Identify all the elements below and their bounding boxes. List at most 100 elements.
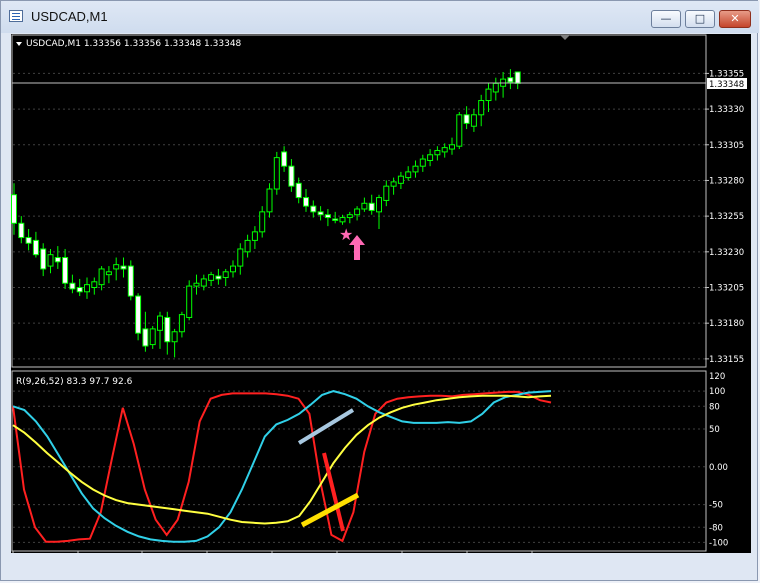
candle-body [76,287,83,293]
chart-window-icon [9,10,23,22]
candle-body [251,231,258,241]
price-axis: 1.33355 1.33330 1.33305 1.33280 1.33255 1.332… [705,69,744,365]
annotation-line-blue [297,408,355,445]
candle-body [368,202,375,211]
candle-body [492,82,499,93]
candle-body [449,144,455,150]
candle-body [273,157,280,190]
current-price-label: 1.33348 [709,80,744,90]
candle-body [178,314,185,333]
candle-body [11,194,17,224]
candle-body [412,165,419,173]
indicator-level-label: 80 [709,402,720,412]
chart-window: USDCAD,M1 — □ ✕ 1.33355 1.33330 1.33305 1.3… [0,0,759,581]
candle-body [266,188,273,213]
candle-body [142,328,149,347]
candle-body [69,282,76,290]
candle-body [237,248,244,267]
candle-body [383,185,390,201]
window-title: USDCAD,M1 [31,9,108,24]
title-bar[interactable]: USDCAD,M1 — □ ✕ [1,1,759,33]
minimize-button[interactable]: — [651,10,681,28]
candle-body [281,151,288,167]
price-label: 1.33330 [709,105,744,115]
candle-body [332,218,339,221]
candle-body [98,268,105,286]
candle-body [18,222,25,239]
candle-body [149,328,156,346]
candle-body [310,205,317,213]
candle-body [120,265,127,270]
candle-body [317,211,324,216]
candle-body [463,114,470,124]
candle-body [405,171,412,179]
candle-body [40,248,47,270]
candle-body [208,274,215,281]
candle-body [295,182,302,199]
candle-body [113,264,120,270]
indicator-header: R(9,26,52) 83.3 97.7 92.6 [16,377,133,387]
candle-body [164,316,171,343]
candle-body [193,282,200,287]
candle-body [434,149,441,156]
close-button[interactable]: ✕ [719,10,751,28]
candle-body [441,147,448,153]
candle-body [507,77,514,83]
chart-canvas[interactable]: 1.33355 1.33330 1.33305 1.33280 1.33255 1.332… [11,34,751,567]
candle-body [215,275,222,280]
chart-menu-triangle-icon[interactable] [16,42,22,46]
maximize-button[interactable]: □ [685,10,715,28]
candle-body [419,158,426,167]
candle-body [186,285,193,318]
candle-body [390,181,397,187]
candle-body [105,271,112,276]
candles [11,69,521,358]
chart-area[interactable]: 1.33355 1.33330 1.33305 1.33280 1.33255 1.332… [11,34,751,567]
candle-body [397,175,404,184]
candle-body [62,257,69,284]
candle-body [324,214,331,219]
price-label: 1.33180 [709,319,744,329]
price-label: 1.33255 [709,212,744,222]
candle-body [514,71,521,84]
candle-body [157,315,163,331]
price-label: 1.33355 [709,69,744,79]
price-label: 1.33230 [709,248,744,258]
indicator-panel-border [11,370,707,552]
candle-body [222,271,229,279]
candle-body [376,197,382,213]
price-label: 1.33280 [709,176,744,186]
indicator-level-label: 0.00 [709,463,728,473]
indicator-axis: 120 100 80 50 0.00 -50 -80 -100 [709,372,728,548]
candle-body [84,284,90,293]
chart-shift-marker-icon[interactable] [560,35,570,40]
candle-body [54,257,61,263]
candle-body [230,265,236,273]
candle-body [346,214,353,219]
indicator-level-label: 120 [709,372,725,382]
indicator-level-label: -80 [709,523,723,533]
candle-body [171,331,178,343]
candle-body [288,165,295,187]
indicator-level-label: -100 [709,538,728,548]
candle-body [470,114,477,127]
candle-body [244,239,251,253]
candle-body [485,88,492,102]
candle-body [427,154,434,161]
indicator-grid [13,390,705,543]
candle-body [354,208,361,216]
candle-body [200,278,207,287]
indicator-level-label: 100 [709,387,725,397]
candle-body [303,197,309,207]
price-label: 1.33205 [709,284,744,294]
candle-body [259,211,266,233]
chart-header: USDCAD,M1 1.33356 1.33356 1.33348 1.3334… [26,39,242,49]
indicator-level-label: -50 [709,501,723,511]
candle-body [135,295,142,334]
indicator-level-label: 50 [709,425,720,435]
price-grid [13,72,705,360]
candle-body [91,281,98,288]
candle-body [456,114,463,147]
candle-body [47,254,54,267]
price-label: 1.33305 [709,141,744,151]
